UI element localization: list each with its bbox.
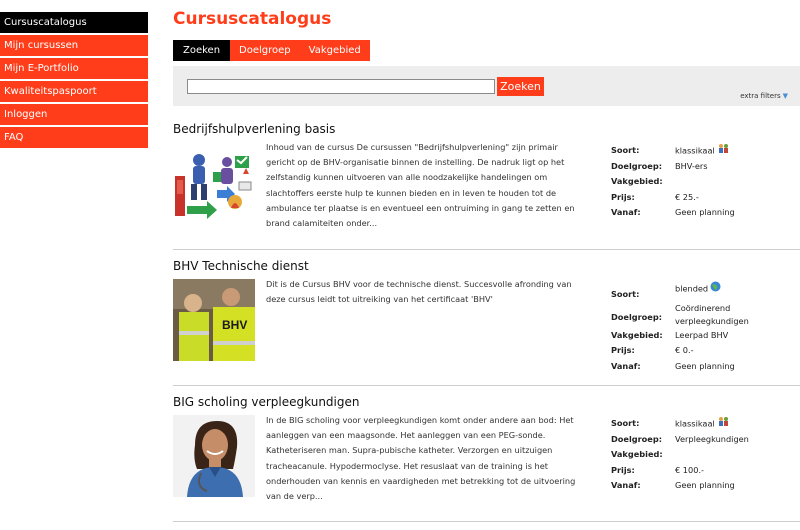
course-thumbnail-bhv-illustration[interactable] bbox=[173, 142, 255, 224]
meta-label: Soort: bbox=[611, 289, 640, 299]
meta-row-doelgroep: Doelgroep: Verpleegkundigen bbox=[611, 432, 800, 447]
globe-icon bbox=[710, 281, 721, 297]
meta-row-vanaf: Vanaf: Geen planning bbox=[611, 478, 800, 493]
course-meta: Soort: blended Doelgroep: Coördinerend v… bbox=[611, 281, 800, 374]
soort-value: blended bbox=[675, 283, 709, 294]
sidebar-item-kwaliteitspaspoort[interactable]: Kwaliteitspaspoort bbox=[0, 81, 148, 102]
chevron-down-icon: ▼ bbox=[782, 92, 788, 100]
meta-label: Soort: bbox=[611, 418, 640, 428]
meta-value: € 0.- bbox=[675, 345, 694, 356]
course-title[interactable]: Bedrijfshulpverlening basis bbox=[173, 122, 335, 136]
page-title: Cursuscatalogus bbox=[173, 9, 332, 29]
meta-row-prijs: Prijs: € 0.- bbox=[611, 343, 800, 358]
meta-row-doelgroep: Doelgroep: BHV-ers bbox=[611, 159, 800, 174]
meta-label: Soort: bbox=[611, 145, 640, 155]
tab-bar: Zoeken Doelgroep Vakgebied bbox=[173, 40, 370, 61]
extra-filters-label: extra filters bbox=[740, 92, 781, 100]
meta-label: Vakgebied: bbox=[611, 330, 663, 341]
course-title[interactable]: BHV Technische dienst bbox=[173, 259, 309, 273]
meta-value: blended bbox=[675, 281, 795, 302]
meta-label: Doelgroep: bbox=[611, 161, 662, 172]
course-title[interactable]: BIG scholing verpleegkundigen bbox=[173, 395, 360, 409]
meta-value bbox=[675, 174, 795, 189]
course-thumbnail-bhv-photo[interactable]: BHV bbox=[173, 279, 255, 361]
meta-value: klassikaal bbox=[675, 143, 795, 159]
course-description: Dit is de Cursus BHV voor de technische … bbox=[266, 279, 572, 305]
meta-label: Vanaf: bbox=[611, 479, 641, 490]
meta-label: Doelgroep: bbox=[611, 434, 662, 445]
course-thumbnail-nurse-photo[interactable] bbox=[173, 415, 255, 497]
meta-row-vakgebied: Vakgebied: bbox=[611, 174, 800, 189]
search-button[interactable]: Zoeken bbox=[497, 77, 544, 96]
meta-label: Vakgebied: bbox=[611, 176, 663, 187]
meta-value: Geen planning bbox=[675, 479, 735, 490]
meta-value bbox=[675, 447, 795, 462]
meta-row-soort: Soort: blended bbox=[611, 281, 800, 302]
tab-vakgebied[interactable]: Vakgebied bbox=[299, 40, 370, 61]
soort-value: klassikaal bbox=[675, 145, 715, 156]
meta-label: Prijs: bbox=[611, 345, 635, 356]
classroom-icon bbox=[717, 416, 730, 432]
sidebar-item-mijn-cursussen[interactable]: Mijn cursussen bbox=[0, 35, 148, 56]
course-meta: Soort: klassikaal Doelgroep: BHV-ers Vak… bbox=[611, 143, 800, 220]
meta-label: Doelgroep: bbox=[611, 312, 662, 323]
meta-row-vanaf: Vanaf: Geen planning bbox=[611, 359, 800, 374]
meta-row-vakgebied: Vakgebied: Leerpad BHV bbox=[611, 328, 800, 343]
meta-value: klassikaal bbox=[675, 416, 795, 432]
course-description: In de BIG scholing voor verpleegkundigen… bbox=[266, 415, 576, 502]
meta-row-vakgebied: Vakgebied: bbox=[611, 447, 800, 462]
meta-value: Geen planning bbox=[675, 360, 735, 371]
course-divider bbox=[173, 385, 800, 386]
sidebar-nav: Cursuscatalogus Mijn cursussen Mijn E-Po… bbox=[0, 12, 148, 150]
sidebar-item-cursuscatalogus[interactable]: Cursuscatalogus bbox=[0, 12, 148, 33]
meta-value: € 100.- bbox=[675, 464, 704, 475]
sidebar-item-inloggen[interactable]: Inloggen bbox=[0, 104, 148, 125]
meta-value: BHV-ers bbox=[675, 161, 708, 172]
classroom-icon bbox=[717, 143, 730, 159]
meta-row-soort: Soort: klassikaal bbox=[611, 416, 800, 432]
sidebar-item-faq[interactable]: FAQ bbox=[0, 127, 148, 148]
tab-zoeken[interactable]: Zoeken bbox=[173, 40, 231, 61]
course-description: Inhoud van de cursus De cursussen "Bedri… bbox=[266, 142, 575, 229]
meta-label: Prijs: bbox=[611, 191, 635, 202]
svg-text:BHV: BHV bbox=[222, 318, 247, 332]
meta-value: € 25.- bbox=[675, 191, 699, 202]
search-input[interactable] bbox=[187, 79, 495, 94]
meta-row-prijs: Prijs: € 100.- bbox=[611, 463, 800, 478]
tab-doelgroep[interactable]: Doelgroep bbox=[230, 40, 300, 61]
meta-row-doelgroep: Doelgroep: Coördinerend verpleegkundigen bbox=[611, 302, 800, 328]
extra-filters-link[interactable]: extra filters ▼ bbox=[740, 92, 788, 100]
meta-row-soort: Soort: klassikaal bbox=[611, 143, 800, 159]
course-divider bbox=[173, 249, 800, 250]
meta-label: Vanaf: bbox=[611, 206, 641, 217]
meta-row-prijs: Prijs: € 25.- bbox=[611, 190, 800, 205]
course-divider bbox=[173, 521, 800, 522]
sidebar-item-mijn-e-portfolio[interactable]: Mijn E-Portfolio bbox=[0, 58, 148, 79]
meta-value: Coördinerend verpleegkundigen bbox=[675, 303, 749, 327]
meta-label: Vakgebied: bbox=[611, 449, 663, 460]
course-meta: Soort: klassikaal Doelgroep: Verpleegkun… bbox=[611, 416, 800, 493]
soort-value: klassikaal bbox=[675, 418, 715, 429]
meta-value: Leerpad BHV bbox=[675, 330, 729, 341]
search-panel: Zoeken extra filters ▼ bbox=[173, 66, 800, 106]
meta-value: Geen planning bbox=[675, 206, 735, 217]
meta-value: Verpleegkundigen bbox=[675, 434, 749, 445]
meta-row-vanaf: Vanaf: Geen planning bbox=[611, 205, 800, 220]
meta-label: Prijs: bbox=[611, 464, 635, 475]
meta-label: Vanaf: bbox=[611, 360, 641, 371]
